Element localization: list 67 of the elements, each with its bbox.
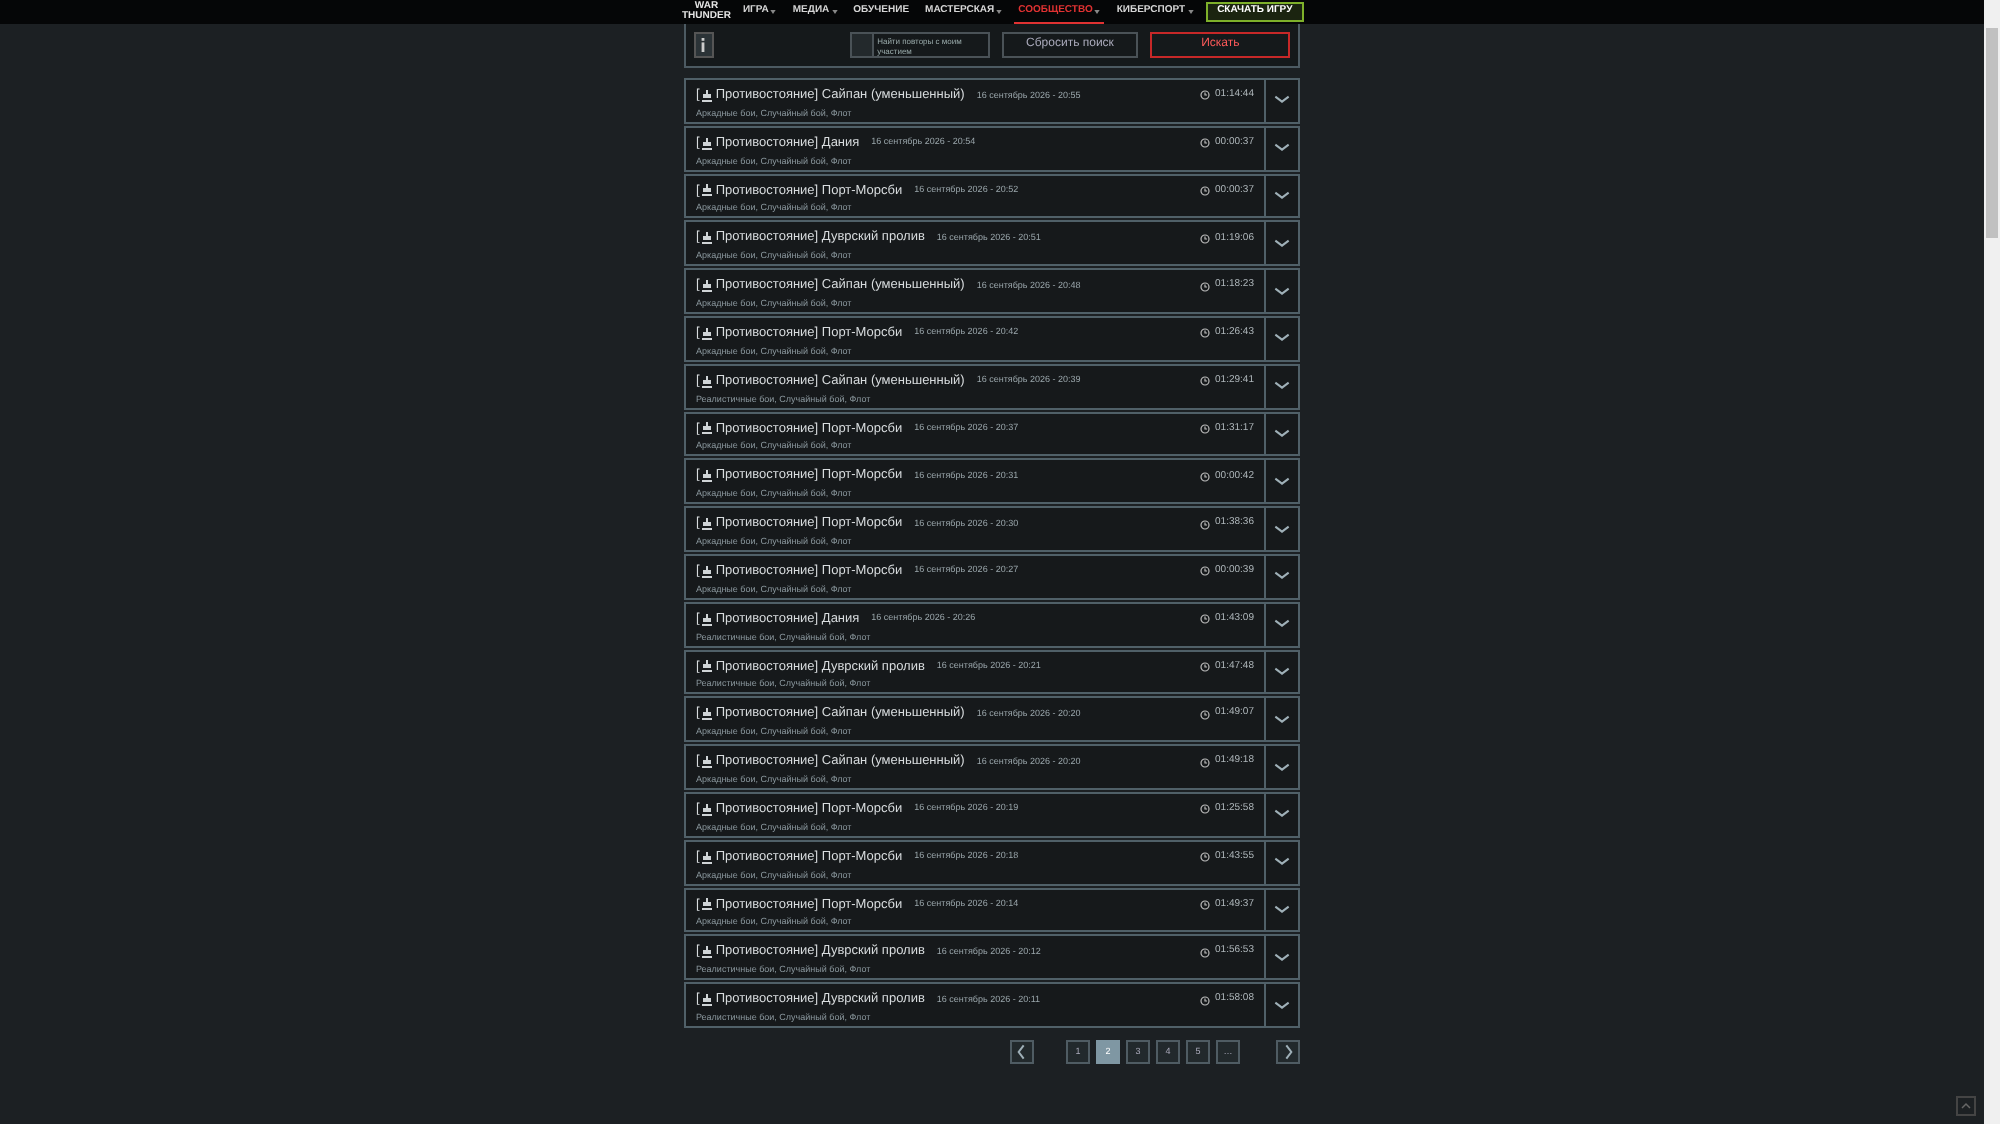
expand-button[interactable] [1266, 839, 1300, 886]
clock-icon [1199, 90, 1210, 101]
expand-button[interactable] [1266, 887, 1300, 933]
expand-button[interactable] [1266, 601, 1300, 648]
marker-icon [701, 184, 712, 197]
marker-icon [701, 994, 712, 1007]
clock-icon [1199, 614, 1210, 625]
marker-icon [701, 280, 712, 293]
clock-icon [1199, 423, 1210, 434]
clock-icon [1199, 757, 1210, 768]
marker-icon [701, 375, 712, 388]
marker-icon [701, 660, 712, 673]
expand-button[interactable] [1266, 78, 1300, 124]
info-icon [700, 38, 707, 52]
expand-button[interactable] [1266, 744, 1300, 790]
checkbox[interactable] [851, 34, 874, 56]
clock-icon [1199, 804, 1210, 815]
clock-icon [1199, 852, 1210, 863]
clock-icon [1199, 185, 1210, 196]
marker-icon [701, 756, 712, 769]
marker-icon [701, 518, 712, 531]
expand-button[interactable] [1266, 934, 1300, 981]
expand-button[interactable] [1266, 125, 1300, 172]
expand-button[interactable] [1266, 649, 1300, 695]
marker-icon [701, 851, 712, 864]
previous-page-button[interactable] [1010, 1039, 1034, 1064]
marker-icon [701, 232, 712, 245]
marker-icon [701, 803, 712, 816]
clock-icon [1199, 947, 1210, 958]
marker-icon [701, 613, 712, 626]
clock-icon [1199, 709, 1210, 720]
expand-button[interactable] [1266, 173, 1300, 219]
scrollbar[interactable] [1984, 0, 2000, 1124]
expand-button[interactable] [1266, 363, 1300, 410]
clock-icon [1199, 376, 1210, 387]
clock-icon [1199, 138, 1210, 149]
next-page-button[interactable] [1276, 1039, 1300, 1064]
expand-button[interactable] [1266, 411, 1300, 457]
marker-icon [701, 565, 712, 578]
expand-button[interactable] [1266, 220, 1300, 267]
expand-button[interactable] [1266, 315, 1300, 362]
marker-icon [701, 898, 712, 911]
expand-button[interactable] [1266, 696, 1300, 743]
clock-icon [1199, 471, 1210, 482]
chevron-up-icon [1960, 1100, 1972, 1112]
clock-icon [1199, 328, 1210, 339]
expand-button[interactable] [1266, 791, 1300, 838]
expand-button[interactable] [1266, 982, 1300, 1028]
clock-icon [1199, 995, 1210, 1006]
clock-icon [1199, 519, 1210, 530]
marker-icon [701, 946, 712, 959]
expand-button[interactable] [1266, 553, 1300, 600]
expand-button[interactable] [1266, 458, 1300, 505]
marker-icon [701, 137, 712, 150]
marker-icon [701, 327, 712, 340]
expand-button[interactable] [1266, 506, 1300, 552]
expand-button[interactable] [1266, 268, 1300, 314]
clock-icon [1199, 566, 1210, 577]
clock-icon [1199, 281, 1210, 292]
clock-icon [1199, 899, 1210, 910]
marker-icon [701, 708, 712, 721]
marker-icon [701, 470, 712, 483]
info-button[interactable] [694, 32, 714, 58]
clock-icon [1199, 233, 1210, 244]
marker-icon [701, 422, 712, 435]
marker-icon [701, 89, 712, 102]
clock-icon [1199, 661, 1210, 672]
